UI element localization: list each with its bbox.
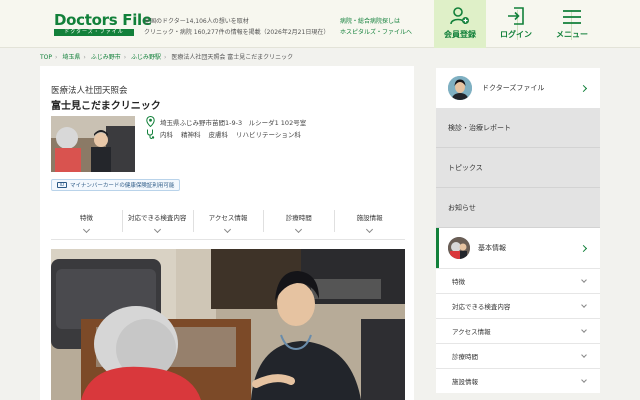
hospitals-link-line1: 病院・総合病院探しは [340,18,401,25]
tab-facility[interactable]: 施設情報 [334,206,405,239]
sidebar-sub-label: 対応できる検査内容 [452,303,511,311]
chevron-down-icon [224,225,232,234]
breadcrumb-current: 医療法人社団天照会 富士見こだまクリニック [171,54,294,61]
register-button[interactable]: 会員登録 [434,0,486,48]
department-rehabilitation: リハビリテーション科 [236,131,301,139]
site-tagline: 全国のドクター14,106人の想いを取材 クリニック・病院 160,277件の情… [144,16,329,38]
sidebar-sub-examinations[interactable]: 対応できる検査内容 [436,293,600,318]
menu-button[interactable]: メニュー [546,0,598,48]
logo-text: Doctors File [54,11,152,29]
site-logo[interactable]: Doctors File ドクターズ・ファイル [54,11,152,36]
tab-label: アクセス情報 [208,214,248,222]
chevron-down-icon [581,327,587,333]
address-row: 埼玉県ふじみ野市苗間1-9-3 ルシーダ1 102号室 [146,116,306,127]
my-number-badge-text: マイナンバーカードの健康保険証利用可能 [70,183,175,189]
sidebar-sub-facility[interactable]: 施設情報 [436,368,600,393]
departments-row: 内科 精神科 皮膚科 リハビリテーション科 [146,129,309,139]
tab-label: 対応できる検査内容 [128,214,187,222]
hospitals-file-link[interactable]: 病院・総合病院探しは ホスピタルズ・ファイルへ [340,16,412,38]
register-label: 会員登録 [444,30,476,39]
menu-label: メニュー [556,30,588,39]
sidebar-item-label: 検診・治療レポート [448,123,511,132]
department-psychiatry: 精神科 [181,131,201,139]
tab-access[interactable]: アクセス情報 [192,206,264,239]
tab-hours[interactable]: 診療時間 [263,206,334,239]
tab-features[interactable]: 特徴 [51,206,122,239]
department-dermatology: 皮膚科 [208,131,229,139]
chevron-down-icon [366,225,374,234]
sidebar-sub-hours[interactable]: 診療時間 [436,343,600,368]
clinic-name: 富士見こだまクリニック [51,101,161,112]
breadcrumb-station[interactable]: ふじみ野駅 [131,54,161,61]
logo-subtitle: ドクターズ・ファイル [54,29,134,36]
login-button[interactable]: ログイン [490,0,542,48]
chevron-right-icon [579,244,588,252]
doctor-consultation-photo [51,249,405,400]
chevron-down-icon [581,277,587,283]
breadcrumb-prefecture[interactable]: 埼玉県 [62,54,80,61]
sidebar-item-topics[interactable]: トピックス [436,148,600,188]
breadcrumb-city[interactable]: ふじみ野市 [91,54,121,61]
tab-label: 診療時間 [285,214,312,222]
sidebar-sub-access[interactable]: アクセス情報 [436,318,600,343]
sidebar-sub-label: 診療時間 [452,353,478,361]
sidebar-item-news[interactable]: お知らせ [436,188,600,228]
clinic-thumbnail[interactable] [51,116,135,172]
sidebar-basic-info-label: 基本情報 [478,244,506,252]
chevron-down-icon [153,225,161,234]
breadcrumb: TOP › 埼玉県 › ふじみ野市 › ふじみ野駅 › 医療法人社団天照会 富士見こだま… [40,54,294,61]
chevron-down-icon [581,352,587,358]
clinic-address: 埼玉県ふじみ野市苗間1-9-3 ルシーダ1 102号室 [160,118,307,127]
tab-examinations[interactable]: 対応できる検査内容 [121,206,193,239]
chevron-right-icon [579,84,588,92]
sidebar-item-reports[interactable]: 検診・治療レポート [436,108,600,148]
sidebar-item-label: お知らせ [448,203,476,212]
chevron-down-icon [581,377,587,383]
stethoscope-icon [147,129,155,139]
sidebar-sub-label: アクセス情報 [452,328,491,336]
id-card-icon: ID [57,182,67,188]
chevron-down-icon [295,225,303,234]
hamburger-icon [563,10,581,24]
map-pin-icon [146,116,155,127]
sidebar-sub-features[interactable]: 特徴 [436,268,600,293]
login-label: ログイン [500,30,532,39]
tagline-clinics: クリニック・病院 160,277件の情報を掲載（2026年2月21日現在） [144,29,330,36]
chevron-down-icon [581,302,587,308]
tab-label: 特徴 [79,214,93,222]
sidebar-sub-label: 施設情報 [452,378,478,386]
sidebar-item-basic-info[interactable]: 基本情報 [436,228,600,268]
doctor-avatar [448,76,472,100]
corporation-name: 医療法人社団天照会 [51,86,128,96]
clinic-main-card: 医療法人社団天照会 富士見こだまクリニック 埼玉県ふじみ野市苗間1-9-3 ルシ… [40,66,414,400]
sidebar-doctors-file-label: ドクターズファイル [482,84,545,92]
sidebar-item-label: トピックス [448,163,483,172]
hospitals-link-line2: ホスピタルズ・ファイルへ [340,29,413,36]
sidebar-doctors-file-link[interactable]: ドクターズファイル [436,68,600,108]
tab-label: 施設情報 [356,214,383,222]
sidebar-sub-label: 特徴 [452,278,465,286]
clinic-section-tabs: 特徴 対応できる検査内容 アクセス情報 診療時間 施設情報 [51,206,405,240]
breadcrumb-top[interactable]: TOP [40,54,52,61]
login-icon [508,7,524,25]
user-plus-icon [450,7,469,25]
department-internal-medicine: 内科 [160,131,173,139]
clinic-avatar [448,237,470,259]
site-header: Doctors File ドクターズ・ファイル 全国のドクター14,106人の想… [0,0,640,48]
tagline-doctors: 全国のドクター14,106人の想いを取材 [144,18,249,25]
my-number-card-badge: ID マイナンバーカードの健康保険証利用可能 [51,179,181,191]
chevron-down-icon [82,225,90,234]
